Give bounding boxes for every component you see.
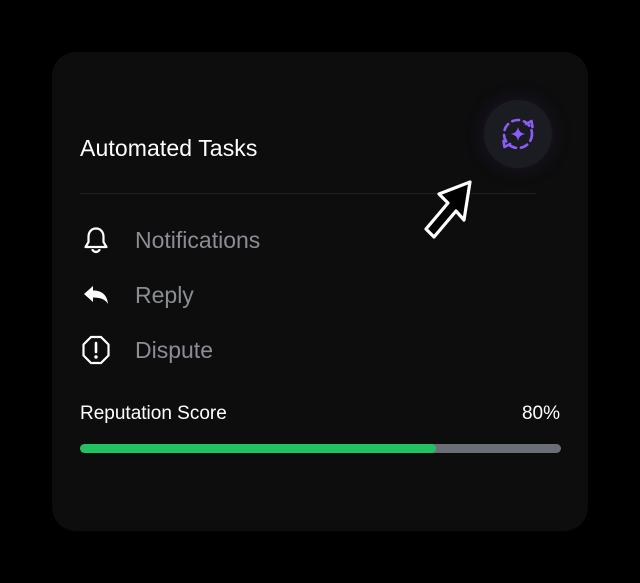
stage: Automated Tasks Notifications Reply Disp… — [0, 0, 640, 583]
reputation-score-label: Reputation Score — [80, 403, 227, 424]
task-item-reply[interactable]: Reply — [80, 277, 194, 313]
ai-sparkle-refresh-icon — [502, 118, 534, 150]
pointer-arrow-icon — [424, 180, 472, 239]
task-label: Dispute — [135, 337, 213, 363]
automated-tasks-card: Automated Tasks Notifications Reply Disp… — [52, 52, 588, 531]
bell-icon — [80, 224, 112, 256]
ai-automation-button[interactable] — [484, 100, 552, 168]
reputation-score-value: 80% — [521, 403, 560, 424]
reputation-progress-fill — [80, 444, 436, 453]
task-label: Notifications — [135, 227, 261, 253]
task-label: Reply — [135, 282, 194, 308]
card-title: Automated Tasks — [80, 135, 258, 161]
alert-octagon-icon — [80, 334, 112, 366]
task-item-notifications[interactable]: Notifications — [80, 222, 260, 258]
reputation-progress-bar — [80, 444, 561, 453]
reply-icon — [80, 279, 112, 311]
task-item-dispute[interactable]: Dispute — [80, 332, 213, 368]
